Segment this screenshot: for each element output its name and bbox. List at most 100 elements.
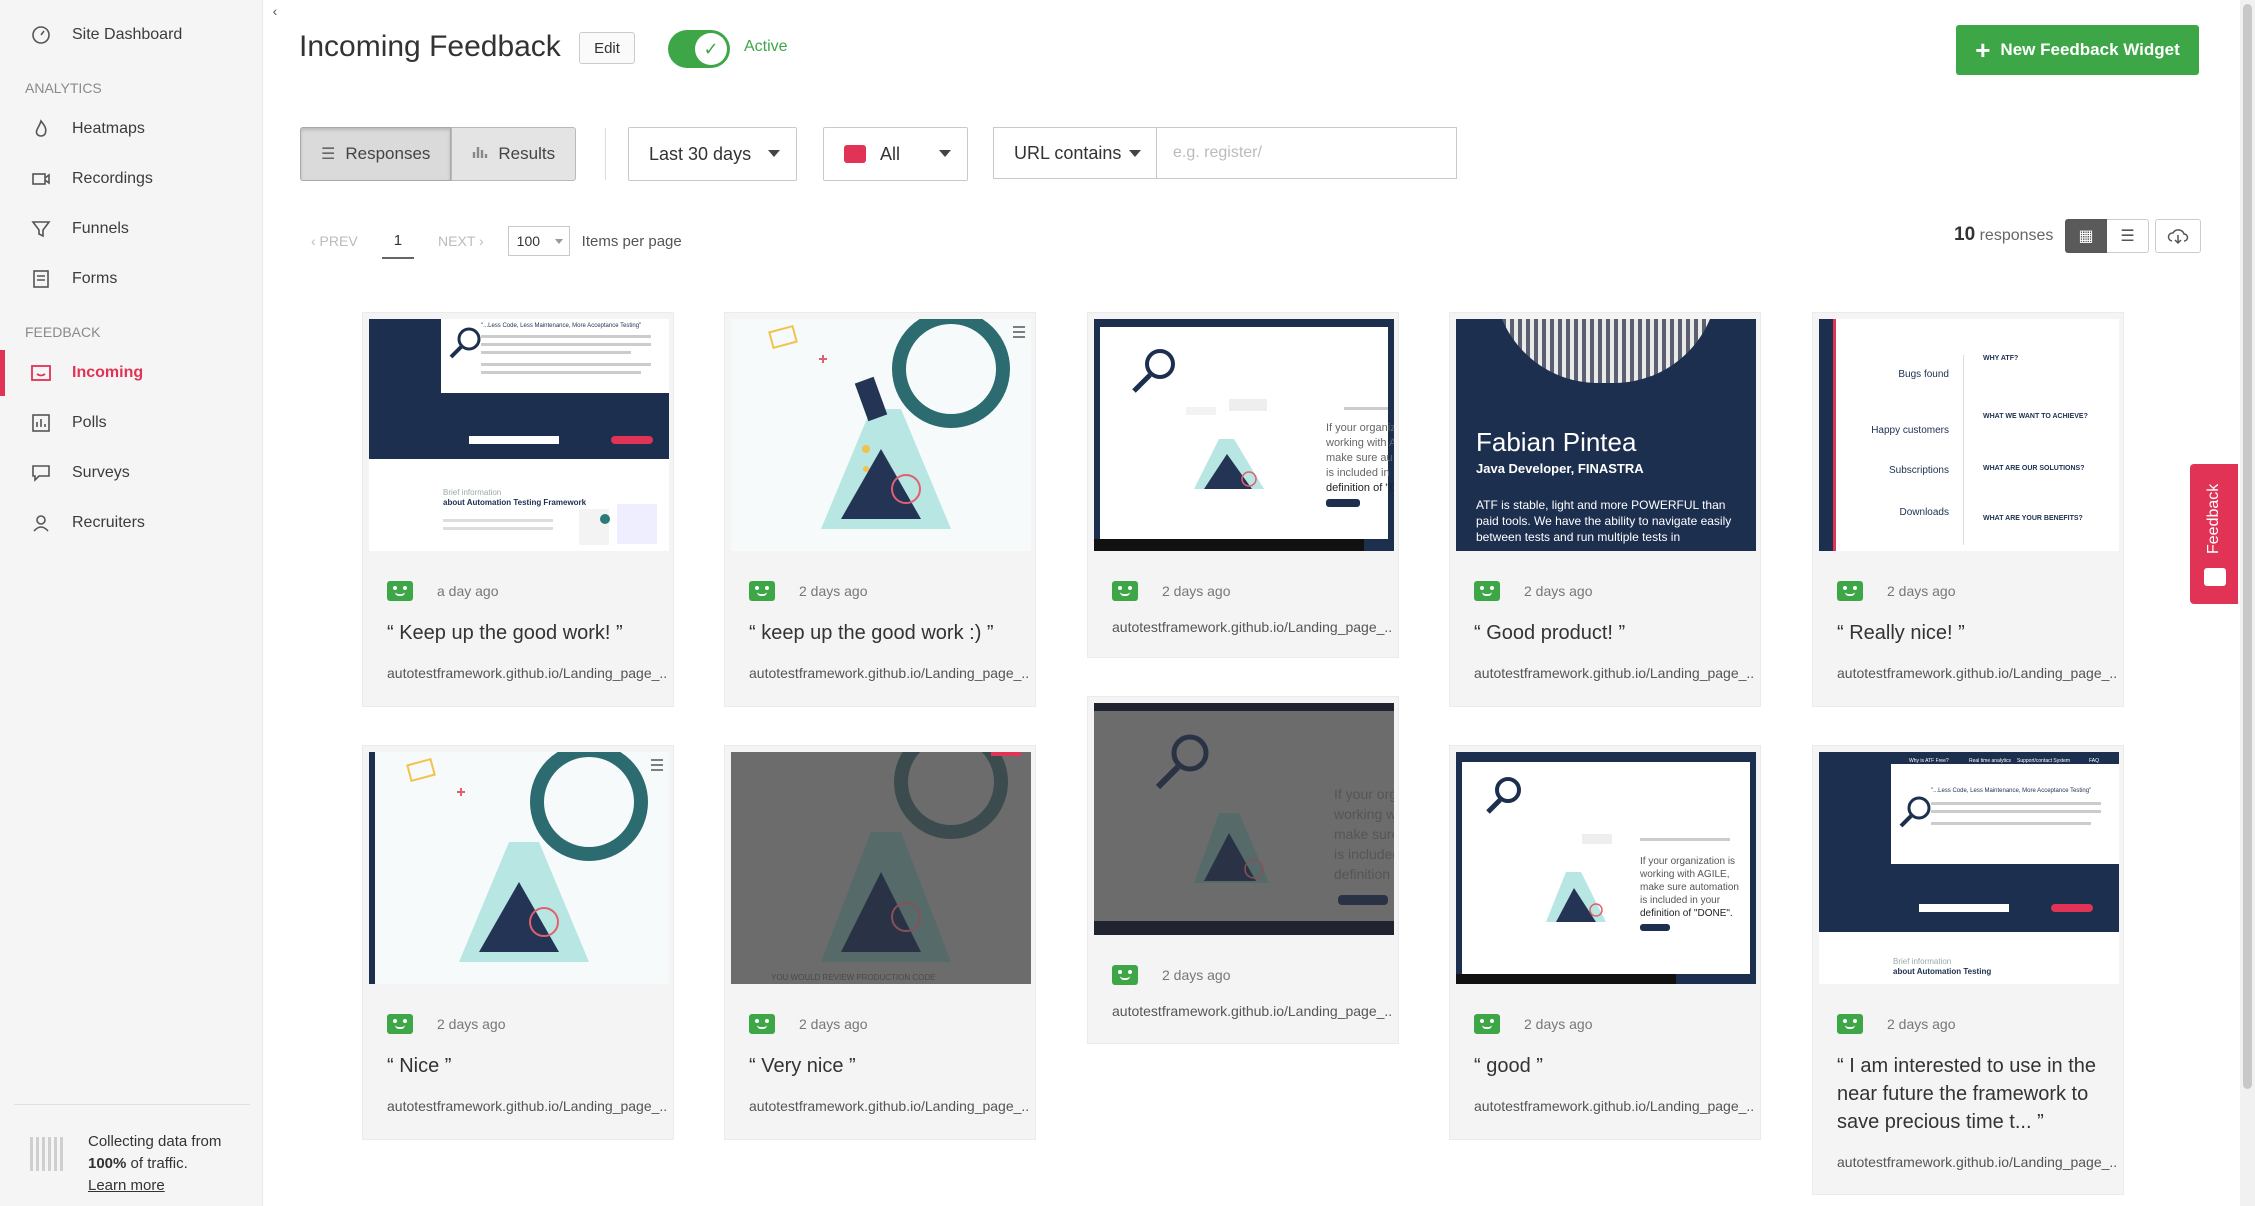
responses-tab[interactable]: ☰ Responses: [300, 127, 452, 181]
feedback-meta: 2 days ago: [1837, 581, 1956, 601]
sidebar-item-heatmaps[interactable]: Heatmaps: [0, 106, 263, 152]
feedback-url[interactable]: autotestframework.github.io/Landing_page…: [1837, 665, 2117, 681]
download-button[interactable]: [2155, 219, 2201, 253]
feedback-card[interactable]: Fabian Pintea Java Developer, FINASTRA A…: [1449, 312, 1761, 707]
video-camera-icon: [30, 168, 52, 190]
count-value: 10: [1954, 224, 1976, 245]
sidebar-item-site-dashboard[interactable]: Site Dashboard: [0, 12, 263, 58]
shot-role: Java Developer, FINASTRA: [1476, 461, 1644, 476]
sidebar-item-label: Recruiters: [72, 514, 145, 531]
feedback-url[interactable]: autotestframework.github.io/Landing_page…: [387, 665, 667, 681]
shot-line: working with A: [1325, 437, 1394, 449]
feedback-card[interactable]: If your organization is working with AGI…: [1449, 745, 1761, 1140]
new-feedback-widget-button[interactable]: + New Feedback Widget: [1956, 25, 2199, 75]
url-filter-input[interactable]: [1156, 127, 1457, 179]
screenshot-thumbnail[interactable]: If your organization is working with AGI…: [1456, 752, 1756, 984]
items-per-page-select[interactable]: 100: [507, 226, 570, 256]
feedback-card[interactable]: If your organization is working with A m…: [1087, 696, 1399, 1044]
mood-value: All: [880, 143, 901, 164]
pagination: ‹ PREV 1 NEXT › 100 Items per page: [311, 226, 682, 259]
list-icon: ☰: [321, 146, 336, 163]
active-toggle[interactable]: ✓: [668, 30, 730, 68]
feedback-card[interactable]: Bugs found Happy customers Subscriptions…: [1812, 312, 2124, 707]
list-view-button[interactable]: ☰: [2107, 219, 2149, 253]
edit-button[interactable]: Edit: [579, 32, 635, 64]
chevron-down-icon: [554, 239, 563, 244]
shot-line: If your organization is: [1326, 422, 1394, 434]
feedback-face-icon: [2204, 568, 2226, 586]
feedback-card[interactable]: 2 days ago “ keep up the good work :) ” …: [724, 312, 1036, 707]
learn-more-link[interactable]: Learn more: [88, 1177, 165, 1194]
traffic-info: Collecting data from 100% of traffic. Le…: [14, 1104, 250, 1197]
sidebar-item-funnels[interactable]: Funnels: [0, 206, 263, 252]
prev-page-link[interactable]: ‹ PREV: [311, 233, 358, 249]
list-icon: ☰: [2120, 228, 2135, 245]
period-dropdown[interactable]: Last 30 days: [628, 127, 797, 181]
sidebar-item-incoming[interactable]: Incoming: [0, 350, 263, 396]
screenshot-thumbnail[interactable]: [369, 752, 669, 984]
feedback-meta: a day ago: [387, 581, 499, 601]
per-page-value: 100: [516, 233, 541, 249]
feedback-card[interactable]: YOU WOULD REVIEW PRODUCTION CODE 2 days …: [724, 745, 1036, 1140]
feedback-url[interactable]: autotestframework.github.io/Landing_page…: [749, 665, 1029, 681]
traffic-text: Collecting data from: [88, 1133, 222, 1150]
feedback-text: “ Very nice ”: [749, 1055, 856, 1077]
feedback-time: 2 days ago: [799, 1016, 868, 1032]
feedback-url[interactable]: autotestframework.github.io/Landing_page…: [1474, 665, 1754, 681]
scrollbar[interactable]: [2240, 0, 2255, 1206]
screenshot-thumbnail[interactable]: "...Less Code, Less Maintenance, More Ac…: [369, 319, 669, 551]
shot-nav: FAQ: [2089, 758, 2099, 764]
screenshot-thumbnail[interactable]: If your organization is working with A m…: [1094, 703, 1394, 935]
url-mode-value: URL contains: [1014, 142, 1122, 163]
feedback-url[interactable]: autotestframework.github.io/Landing_page…: [387, 1098, 667, 1114]
screenshot-thumbnail[interactable]: YOU WOULD REVIEW PRODUCTION CODE: [731, 752, 1031, 984]
feedback-card[interactable]: Why is ATF Free? Real time analytics Sup…: [1812, 745, 2124, 1195]
happy-face-icon: [1112, 965, 1138, 985]
page-number[interactable]: 1: [381, 232, 415, 259]
feedback-time: 2 days ago: [1524, 583, 1593, 599]
screenshot-thumbnail[interactable]: [731, 319, 1031, 551]
scrollbar-thumb[interactable]: [2243, 4, 2252, 1089]
bar-chart-icon: [30, 412, 52, 434]
sidebar-item-polls[interactable]: Polls: [0, 400, 263, 446]
shot-heading: WHY ATF?: [1983, 355, 2019, 362]
screenshot-thumbnail[interactable]: Why is ATF Free? Real time analytics Sup…: [1819, 752, 2119, 984]
feedback-tab[interactable]: Feedback: [2190, 464, 2238, 604]
feedback-url[interactable]: autotestframework.github.io/Landing_page…: [1112, 619, 1392, 635]
shot-line: is included in your: [1640, 895, 1721, 906]
feedback-url[interactable]: autotestframework.github.io/Landing_page…: [1474, 1098, 1754, 1114]
chevron-down-icon: [939, 150, 951, 157]
happy-face-icon: [1837, 1014, 1863, 1034]
screenshot-thumbnail[interactable]: Bugs found Happy customers Subscriptions…: [1819, 319, 2119, 551]
sidebar-item-recordings[interactable]: Recordings: [0, 156, 263, 202]
sidebar-item-label: Funnels: [72, 220, 129, 237]
inbox-icon: [30, 362, 52, 384]
funnel-icon: [30, 218, 52, 240]
shot-stat-label: Subscriptions: [1888, 465, 1949, 476]
sidebar-item-recruiters[interactable]: Recruiters: [0, 500, 263, 546]
screenshot-thumbnail[interactable]: Fabian Pintea Java Developer, FINASTRA A…: [1456, 319, 1756, 551]
feedback-card[interactable]: If your organization is working with A m…: [1087, 312, 1399, 658]
url-filter-dropdown[interactable]: URL contains: [993, 127, 1157, 179]
feedback-url[interactable]: autotestframework.github.io/Landing_page…: [1837, 1154, 2117, 1170]
results-tab[interactable]: Results: [451, 127, 577, 181]
feedback-url[interactable]: autotestframework.github.io/Landing_page…: [1112, 1003, 1392, 1019]
feedback-card[interactable]: "...Less Code, Less Maintenance, More Ac…: [362, 312, 674, 707]
shot-line: definition of "D: [1326, 482, 1394, 494]
traffic-percent: 100%: [88, 1155, 127, 1172]
count-label: responses: [1975, 227, 2054, 244]
screenshot-thumbnail[interactable]: If your organization is working with A m…: [1094, 319, 1394, 551]
feedback-url[interactable]: autotestframework.github.io/Landing_page…: [749, 1098, 1029, 1114]
feedback-card[interactable]: 2 days ago “ Nice ” autotestframework.gi…: [362, 745, 674, 1140]
grid-view-button[interactable]: ▦: [2065, 219, 2107, 253]
sidebar-item-label: Recordings: [72, 170, 153, 187]
mood-dropdown[interactable]: All: [823, 127, 968, 181]
next-page-link[interactable]: NEXT ›: [438, 233, 484, 249]
sidebar-item-surveys[interactable]: Surveys: [0, 450, 263, 496]
happy-face-icon: [387, 1014, 413, 1034]
feedback-text: “ Really nice! ”: [1837, 622, 1965, 644]
shot-line: If your organization is: [1334, 786, 1394, 802]
sidebar-item-forms[interactable]: Forms: [0, 256, 263, 302]
shot-text: YOU WOULD REVIEW PRODUCTION CODE: [771, 973, 935, 982]
shot-name: Fabian Pintea: [1476, 427, 1637, 457]
